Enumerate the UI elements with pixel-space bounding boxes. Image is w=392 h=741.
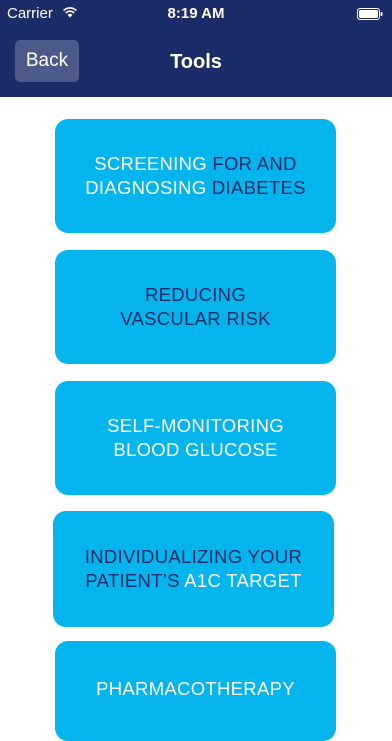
tool-label-part: PATIENT’S: [85, 570, 180, 591]
tool-label-part: FOR AND: [206, 153, 297, 174]
navigation-header: Carrier 8:19 AM Back Tools: [0, 0, 392, 97]
tool-button-screening-diagnosing[interactable]: SCREENING FOR AND DIAGNOSING DIABETES: [55, 119, 336, 233]
tool-label-part: A1C TARGET: [179, 570, 302, 591]
tool-label-part: PHARMACOTHERAPY: [96, 678, 295, 699]
tool-label-part: DIAGNOSING: [85, 177, 207, 198]
tool-button-line: PATIENT’S A1C TARGET: [85, 569, 301, 593]
tool-label-part: BLOOD GLUCOSE: [113, 439, 278, 460]
tool-button-line: SCREENING FOR AND: [94, 152, 296, 176]
tool-button-pharmacotherapy[interactable]: PHARMACOTHERAPY: [55, 641, 336, 741]
tool-label-part: SCREENING: [94, 153, 207, 174]
status-bar: Carrier 8:19 AM: [0, 0, 392, 28]
battery-icon: [357, 8, 383, 20]
page-title: Tools: [170, 51, 222, 73]
tool-button-individualizing-a1c-target[interactable]: INDIVIDUALIZING YOUR PATIENT’S A1C TARGE…: [53, 511, 334, 627]
tool-button-reducing-vascular-risk[interactable]: REDUCING VASCULAR RISK: [55, 250, 336, 364]
tool-label-part: INDIVIDUALIZING YOUR: [84, 546, 303, 567]
tool-label-part: REDUCING: [144, 284, 247, 305]
tool-button-self-monitoring-blood-glucose[interactable]: SELF-MONITORING BLOOD GLUCOSE: [55, 381, 336, 495]
tool-label-part: VASCULAR RISK: [120, 308, 271, 329]
tool-label-part: SELF-MONITORING: [107, 415, 284, 436]
tool-label-part: DIABETES: [206, 177, 306, 198]
status-time: 8:19 AM: [167, 5, 225, 22]
tool-button-line: DIAGNOSING DIABETES: [85, 176, 306, 200]
